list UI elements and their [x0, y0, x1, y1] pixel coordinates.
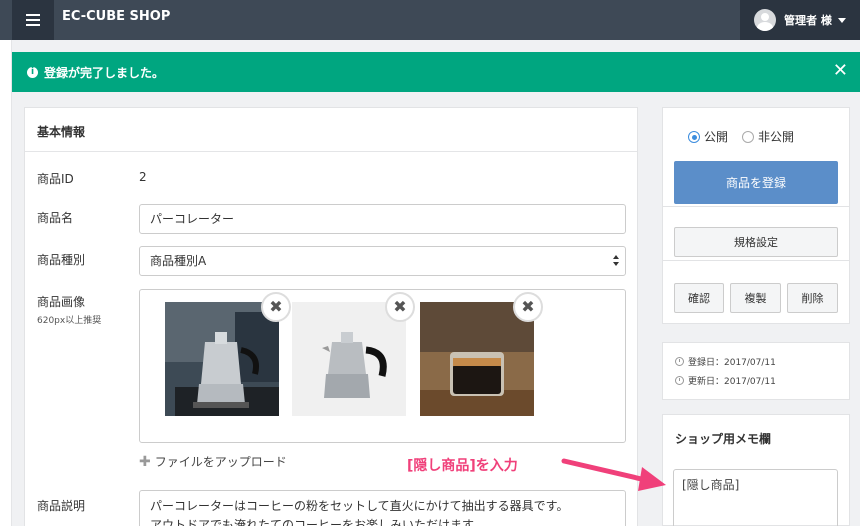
remove-image-2-icon[interactable]: ✖	[385, 292, 415, 322]
user-menu[interactable]: 管理者 様	[740, 0, 860, 40]
public-radio[interactable]	[688, 130, 700, 143]
product-name-label: 商品名	[37, 211, 74, 225]
private-label[interactable]: 非公開	[758, 128, 794, 145]
close-icon[interactable]: ✕	[833, 62, 848, 80]
panel-title: 基本情報	[25, 108, 637, 152]
copy-button[interactable]: 複製	[730, 283, 781, 313]
confirm-button[interactable]: 確認	[674, 283, 724, 313]
product-type-value: 商品種別A	[150, 254, 207, 268]
upload-file-link[interactable]: ✚ ファイルをアップロード	[139, 453, 287, 470]
spec-settings-button[interactable]: 規格設定	[674, 227, 838, 257]
upload-label: ファイルをアップロード	[154, 455, 287, 469]
hamburger-icon	[26, 14, 40, 26]
publish-box: 公開 非公開 商品を登録	[662, 107, 850, 207]
chevron-down-icon	[837, 17, 846, 23]
product-image-label: 商品画像	[37, 295, 86, 309]
select-arrows-icon	[613, 255, 619, 267]
actions-box: 確認 複製 削除	[662, 261, 850, 324]
basic-info-panel: 基本情報 商品ID 2 商品名 パーコレーター 商品種別 商品種別A 商品画像 …	[24, 107, 638, 526]
annotation-label: [隠し商品]を入力	[407, 458, 518, 474]
menu-toggle-button[interactable]	[12, 0, 54, 40]
register-product-button[interactable]: 商品を登録	[674, 161, 838, 204]
product-image-2[interactable]	[292, 302, 406, 416]
updated-date: 更新日：2017/07/11	[675, 374, 776, 387]
plus-icon: ✚	[139, 454, 151, 470]
annotation-arrow-icon	[561, 458, 666, 491]
product-name-input[interactable]: パーコレーター	[139, 204, 626, 234]
remove-image-3-icon[interactable]: ✖	[513, 292, 543, 322]
delete-button[interactable]: 削除	[787, 283, 838, 313]
visibility-radios: 公開 非公開	[688, 128, 794, 145]
top-header: EC-CUBE SHOP 管理者 様	[0, 0, 860, 40]
created-date: 登録日：2017/07/11	[675, 355, 776, 368]
product-description-label: 商品説明	[37, 499, 86, 513]
product-type-select[interactable]: 商品種別A	[139, 246, 626, 276]
product-image-hint: 620px以上推奨	[37, 316, 102, 326]
shop-memo-box: ショップ用メモ欄 [隠し商品]	[662, 414, 850, 526]
clock-icon	[675, 376, 684, 385]
info-icon: i	[27, 66, 38, 78]
product-description-textarea[interactable]: パーコレーターはコーヒーの粉をセットして直火にかけて抽出する器具です。 アウトド…	[139, 490, 626, 526]
avatar	[754, 9, 776, 31]
sidebar-collapsed	[0, 40, 12, 526]
product-type-label: 商品種別	[37, 253, 86, 267]
spec-box: 規格設定	[662, 207, 850, 261]
clock-icon	[675, 357, 684, 366]
product-image-1[interactable]	[165, 302, 279, 416]
success-alert: i 登録が完了しました。 ✕	[12, 52, 860, 92]
shop-memo-textarea[interactable]: [隠し商品]	[673, 469, 838, 526]
description-line-2: アウトドアでも淹れたてのコーヒーをお楽しみいただけます。	[150, 518, 485, 526]
product-id-value: 2	[139, 170, 147, 184]
alert-message: 登録が完了しました。	[44, 65, 165, 80]
remove-image-1-icon[interactable]: ✖	[261, 292, 291, 322]
description-line-1: パーコレーターはコーヒーの粉をセットして直火にかけて抽出する器具です。	[150, 499, 569, 513]
created-date-text: 登録日：2017/07/11	[688, 358, 776, 368]
memo-title: ショップ用メモ欄	[675, 432, 772, 446]
private-radio[interactable]	[742, 130, 755, 143]
dates-box: 登録日：2017/07/11 更新日：2017/07/11	[662, 342, 850, 400]
product-image-3[interactable]	[420, 302, 534, 416]
shop-title[interactable]: EC-CUBE SHOP	[62, 9, 170, 24]
updated-date-text: 更新日：2017/07/11	[688, 377, 776, 387]
public-label[interactable]: 公開	[704, 128, 728, 145]
product-id-label: 商品ID	[37, 172, 74, 186]
image-dropzone[interactable]: ✖ ✖ ✖	[139, 289, 626, 443]
user-name: 管理者 様	[784, 14, 832, 27]
